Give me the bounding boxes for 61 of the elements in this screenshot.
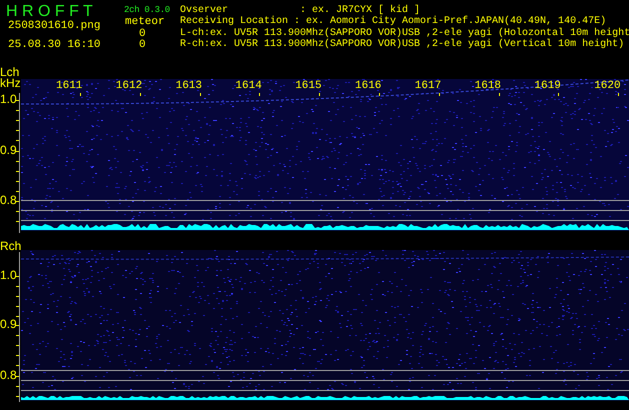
unit-label: kHz [0, 77, 21, 90]
tick-mark [16, 296, 19, 297]
info-line: Ovserver : ex. JR7CYX [ kid ] [180, 5, 420, 16]
version-label: 2ch 0.3.0 [124, 5, 170, 16]
tick-mark [438, 93, 440, 96]
info-line: Receiving Location : ex. Aomori City Aomori-Pref.JAPAN(40.49N, 140.47E) [180, 16, 606, 28]
tick-mark [16, 120, 19, 121]
tick-mark [16, 365, 19, 366]
time-label: 1612 [116, 80, 142, 93]
axis-tick-label: 0.8 [0, 369, 17, 382]
tick-mark [16, 386, 19, 387]
time-label: 1620 [594, 80, 621, 93]
axis-tick-label: 0.9 [0, 318, 17, 331]
tick-mark [15, 100, 19, 101]
axis-tick-label: 0.9 [0, 144, 17, 157]
tick-mark [16, 286, 19, 287]
time-label: 1615 [295, 80, 322, 93]
tick-mark [16, 396, 19, 397]
date-time: 25.08.30 16:10 [8, 39, 100, 52]
time-label: 1617 [414, 80, 442, 93]
tick-mark [16, 140, 19, 141]
meteor-count: 0 [139, 39, 146, 52]
tick-mark [15, 276, 19, 277]
tick-mark [15, 201, 19, 202]
info-line: L-ch:ex. UV5R 113.900Mhz(SAPPORO VOR)USB ,2-ele yagi (Holozontal 10m height [180, 28, 629, 39]
tick-mark [16, 130, 19, 131]
tick-mark [16, 316, 19, 317]
tick-mark [319, 93, 320, 96]
axis-tick-label: 0.8 [0, 194, 17, 207]
tick-mark [16, 110, 19, 111]
meteor-count: 0 [139, 28, 146, 40]
tick-mark [15, 376, 19, 377]
tick-mark [16, 306, 19, 307]
app-title: H R O F F T [6, 3, 93, 20]
tick-mark [379, 93, 380, 96]
tick-mark [16, 221, 19, 222]
time-label: 1616 [355, 80, 382, 93]
time-label: 1618 [474, 80, 501, 93]
tick-mark [16, 191, 19, 192]
tick-mark [16, 171, 19, 172]
tick-mark [16, 345, 19, 346]
tick-mark [16, 211, 19, 212]
channel-label: Rch [0, 240, 22, 253]
tick-mark [16, 355, 19, 356]
tick-mark [16, 181, 19, 182]
file-name: 2508301610.png [8, 20, 100, 33]
axis-tick-label: 1.0 [0, 93, 17, 106]
tick-mark [140, 93, 141, 96]
meteor-label: meteor [125, 16, 165, 28]
tick-mark [16, 335, 19, 336]
channel-label: Lch [0, 66, 20, 79]
axis-tick-label: 1.0 [0, 269, 17, 282]
tick-mark [15, 325, 19, 326]
time-label: 1613 [176, 80, 202, 93]
tick-mark [15, 151, 19, 152]
time-label: 1611 [56, 80, 82, 93]
tick-mark [16, 161, 19, 162]
info-line: R-ch:ex. UV5R 113.900Mhz(SAPPORO VOR)USB ,2-ele yagi (Vertical 10m height) [180, 38, 624, 51]
tick-mark [618, 93, 620, 96]
time-label: 1614 [235, 80, 262, 93]
tick-mark [80, 93, 81, 96]
